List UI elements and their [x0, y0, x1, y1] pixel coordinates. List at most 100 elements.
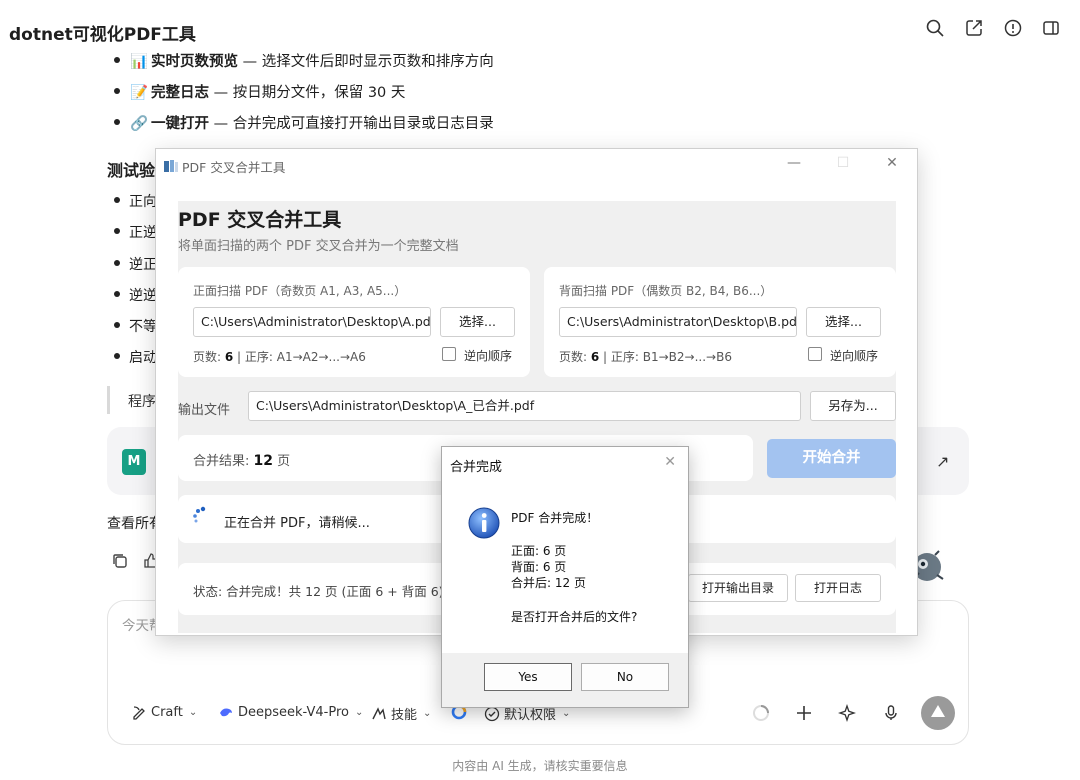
sidebar-icon[interactable]	[1041, 18, 1061, 38]
list-item: 正向	[114, 191, 157, 211]
front-select-button[interactable]: 选择...	[440, 307, 515, 337]
list-item: 逆逆	[114, 285, 157, 305]
skills-label: 技能	[391, 708, 418, 723]
bullet-icon	[114, 197, 120, 203]
feature-desc: — 合并完成可直接打开输出目录或日志目录	[209, 116, 494, 132]
microphone-icon[interactable]	[882, 704, 900, 722]
front-pdf-panel: 正面扫描 PDF（奇数页 A1, A3, A5...） C:\Users\Adm…	[178, 267, 530, 377]
list-item: 📝 完整日志 — 按日期分文件，保留 30 天	[114, 81, 405, 102]
loading-spinner-icon	[192, 506, 214, 528]
arrow-up-icon	[931, 705, 945, 717]
craft-label: Craft	[151, 704, 183, 720]
app-icon	[164, 158, 178, 172]
search-icon[interactable]	[925, 18, 945, 38]
copy-icon[interactable]	[111, 552, 129, 570]
share-icon[interactable]	[964, 18, 984, 38]
list-item-text: 不等	[129, 319, 157, 335]
list-item-text: 正逆	[129, 225, 157, 241]
front-reverse-label[interactable]: 逆向顺序	[464, 347, 512, 364]
bullet-icon	[114, 119, 120, 125]
chevron-down-icon: ⌄	[354, 706, 364, 718]
list-item: 逆正	[114, 254, 157, 274]
bullet-icon	[114, 322, 120, 328]
ai-disclaimer: 内容由 AI 生成，请核实重要信息	[452, 759, 628, 773]
front-reverse-checkbox[interactable]	[442, 347, 456, 361]
link-icon: 🔗	[130, 116, 149, 132]
save-as-button[interactable]: 另存为...	[810, 391, 896, 421]
list-item-text: 正向	[129, 194, 157, 210]
skills-button[interactable]: 技能 ⌄	[371, 704, 431, 723]
open-log-button[interactable]: 打开日志	[795, 574, 881, 602]
tool-heading: PDF 交叉合并工具	[178, 209, 342, 231]
back-page-info: 页数: 6 | 正序: B1→B2→...→B6	[559, 348, 732, 365]
front-pdf-label: 正面扫描 PDF（奇数页 A1, A3, A5...）	[193, 284, 407, 298]
info-icon[interactable]	[1003, 18, 1023, 38]
result-unit: 页	[273, 454, 291, 469]
send-button[interactable]	[921, 696, 955, 730]
open-arrow-icon[interactable]: ↗	[936, 452, 949, 471]
open-output-dir-button[interactable]: 打开输出目录	[688, 574, 788, 602]
list-item-text: 逆逆	[129, 288, 157, 304]
pen-icon	[133, 706, 145, 720]
status-text: 状态: 合并完成！共 12 页 (正面 6 + 背面 6)	[193, 584, 444, 599]
whale-icon	[220, 708, 232, 717]
bullet-icon	[114, 228, 120, 234]
back-reverse-label[interactable]: 逆向顺序	[830, 347, 878, 364]
chevron-down-icon: ⌄	[562, 708, 571, 719]
pages-count: 6	[590, 350, 600, 364]
tool-subtitle: 将单面扫描的两个 PDF 交叉合并为一个完整文档	[178, 239, 459, 254]
order-text: | 正序: B1→B2→...→B6	[599, 350, 732, 364]
back-select-button[interactable]: 选择...	[806, 307, 881, 337]
output-path-input[interactable]: C:\Users\Administrator\Desktop\A_已合并.pdf	[248, 391, 801, 421]
pages-label: 页数:	[559, 350, 591, 364]
front-page-info: 页数: 6 | 正序: A1→A2→...→A6	[193, 348, 366, 365]
yes-button[interactable]: Yes	[484, 663, 572, 691]
list-item: 正逆	[114, 222, 157, 242]
dialog-front-pages: 正面: 6 页	[511, 544, 567, 558]
window-titlebar[interactable]: PDF 交叉合并工具 — ☐ ✕	[156, 149, 917, 181]
feature-desc: — 选择文件后即时显示页数和排序方向	[238, 54, 494, 70]
list-item-text: 逆正	[129, 257, 157, 273]
back-reverse-checkbox[interactable]	[808, 347, 822, 361]
feature-title: 完整日志	[151, 85, 209, 101]
add-icon[interactable]	[795, 704, 813, 722]
feature-title: 一键打开	[151, 116, 209, 132]
back-path-input[interactable]: C:\Users\Administrator\Desktop\B.pdf	[559, 307, 797, 337]
quote-text: 程序	[128, 394, 156, 410]
page-title: dotnet可视化PDF工具	[9, 25, 196, 45]
list-item: 🔗 一键打开 — 合并完成可直接打开输出目录或日志目录	[114, 112, 494, 133]
bullet-icon	[114, 291, 120, 297]
markdown-file-icon: M	[122, 449, 146, 475]
close-icon[interactable]: ✕	[664, 454, 676, 470]
sparkle-icon[interactable]	[838, 704, 856, 722]
merge-result: 合并结果: 12 页	[193, 450, 290, 469]
quote-bar	[107, 386, 110, 414]
close-icon[interactable]: ✕	[882, 155, 902, 171]
bullet-icon	[114, 88, 120, 94]
bullet-icon	[114, 57, 120, 63]
pages-count: 6	[224, 350, 234, 364]
start-merge-button[interactable]: 开始合并	[767, 439, 896, 478]
result-label: 合并结果:	[193, 454, 254, 469]
minimize-icon[interactable]: —	[784, 155, 804, 171]
model-label: Deepseek-V4-Pro	[238, 704, 349, 720]
chevron-down-icon: ⌄	[423, 708, 432, 719]
front-path-input[interactable]: C:\Users\Administrator\Desktop\A.pdf	[193, 307, 431, 337]
maximize-icon[interactable]: ☐	[833, 155, 853, 171]
chart-icon: 📊	[130, 54, 149, 70]
craft-button[interactable]: Craft ⌄	[131, 704, 197, 720]
result-count: 12	[253, 453, 273, 469]
dialog-back-pages: 背面: 6 页	[511, 560, 567, 574]
merge-complete-dialog: 合并完成 ✕ PDF 合并完成！ 正面: 6 页 背面: 6 页 合并后: 12…	[441, 446, 689, 708]
order-text: | 正序: A1→A2→...→A6	[233, 350, 366, 364]
model-selector[interactable]: Deepseek-V4-Pro ⌄	[218, 704, 363, 720]
loading-spinner-icon	[752, 704, 770, 722]
progress-text: 正在合并 PDF，请稍候...	[224, 516, 370, 531]
chevron-down-icon: ⌄	[188, 706, 198, 718]
window-title: PDF 交叉合并工具	[182, 160, 286, 175]
section-heading: 测试验	[107, 161, 156, 180]
no-button[interactable]: No	[581, 663, 669, 691]
feature-title: 实时页数预览	[151, 54, 238, 70]
dialog-message: PDF 合并完成！	[511, 511, 599, 525]
list-item-text: 启动	[129, 350, 157, 366]
